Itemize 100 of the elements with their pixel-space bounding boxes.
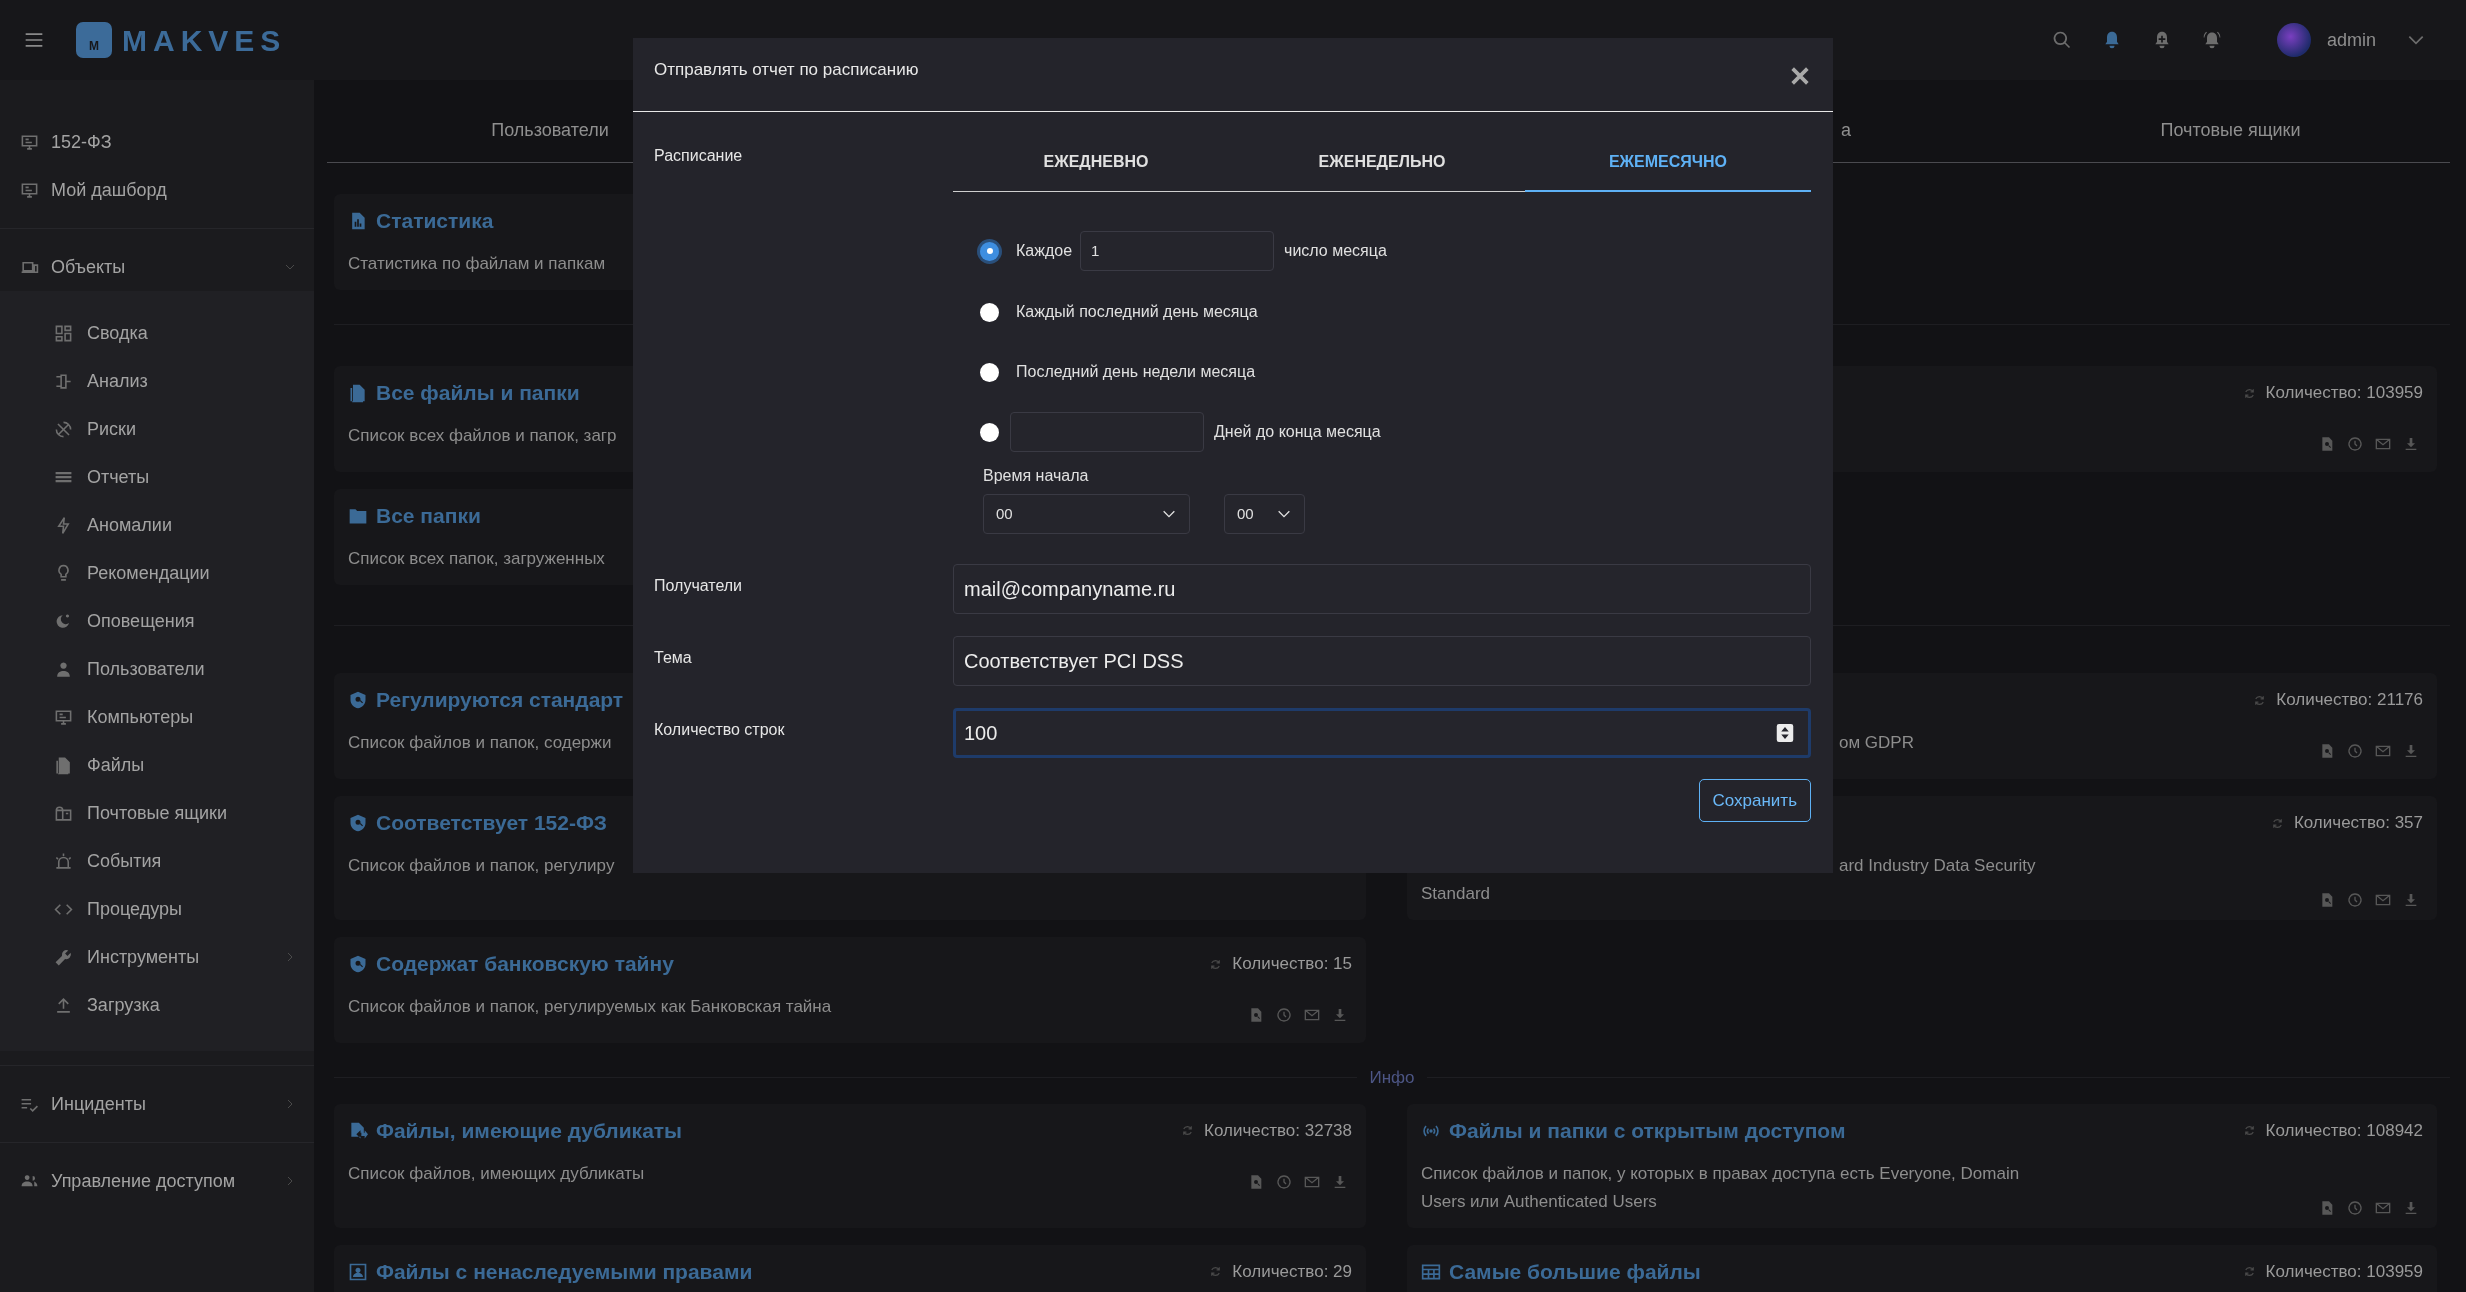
radio-button[interactable] (980, 362, 999, 382)
report-card[interactable]: Содержат банковскую тайну Количество: 15 Список файлов и папок, регулируемых как Банковская тайна (334, 937, 1366, 1043)
refresh-icon[interactable] (2253, 693, 2267, 707)
download-icon[interactable] (2403, 743, 2419, 759)
sidebar-item[interactable]: 152-ФЗ (0, 118, 314, 166)
mailbox-icon (54, 803, 73, 823)
refresh-icon[interactable] (2242, 1124, 2256, 1137)
document-search-icon[interactable] (2319, 892, 2335, 908)
sidebar-item[interactable]: Мой дашборд (0, 166, 314, 214)
sidebar-item[interactable]: Загрузка (0, 981, 314, 1029)
document-search-icon[interactable] (1248, 1173, 1264, 1190)
refresh-icon[interactable] (2242, 1265, 2256, 1278)
radio-button[interactable] (980, 302, 999, 322)
mail-icon[interactable] (1304, 1007, 1320, 1023)
tab[interactable]: Пользователи (491, 117, 609, 144)
user-name[interactable]: admin (2326, 26, 2376, 54)
document-search-icon[interactable] (1248, 1007, 1264, 1023)
item-count: Количество: 29 (1232, 1260, 1352, 1283)
refresh-icon[interactable] (2270, 816, 2284, 830)
sidebar-item[interactable]: Отчеты (0, 453, 314, 501)
sidebar-item[interactable]: Рекомендации (0, 549, 314, 597)
field-label: Расписание (654, 146, 744, 166)
clock-icon[interactable] (1276, 1173, 1292, 1190)
folder-icon (348, 506, 368, 526)
card-description: Статистика по файлам и папкам (348, 253, 606, 275)
dialog-title: Отправлять отчет по расписанию (654, 58, 919, 81)
report-card[interactable]: Самые большие файлы Количество: 103959 (1407, 1244, 2437, 1292)
sidebar-item[interactable]: Почтовые ящики (0, 789, 314, 837)
document-search-icon[interactable] (2319, 1199, 2335, 1216)
sidebar-item[interactable]: Процедуры (0, 885, 314, 933)
monitor-icon (20, 132, 39, 152)
sidebar-item[interactable]: Оповещения (0, 597, 314, 645)
field-label: Время начала (982, 466, 1090, 486)
sidebar-item[interactable]: Риски (0, 405, 314, 453)
refresh-icon[interactable] (1209, 1265, 1223, 1278)
sidebar-item[interactable]: Файлы (0, 741, 314, 789)
shield-icon (348, 690, 368, 710)
mail-icon[interactable] (2375, 436, 2391, 452)
clock-icon[interactable] (2347, 892, 2363, 908)
grid-icon (54, 323, 73, 343)
option-label: Каждый последний день месяца (1016, 302, 1258, 322)
clock-icon[interactable] (2347, 436, 2363, 452)
card-description: Standard (1421, 883, 1490, 905)
mail-icon[interactable] (2375, 743, 2391, 759)
spinner-icon[interactable] (1776, 722, 1794, 744)
number-field[interactable]: 100 (953, 708, 1811, 758)
document-icon (348, 383, 368, 403)
download-icon[interactable] (1332, 1007, 1348, 1023)
clock-icon[interactable] (1276, 1007, 1292, 1023)
sidebar-group[interactable]: Инциденты (0, 1080, 314, 1128)
item-count: Количество: 357 (2293, 812, 2423, 835)
sidebar-item[interactable]: Анализ (0, 357, 314, 405)
avatar[interactable] (2276, 23, 2311, 57)
day-input[interactable] (1010, 412, 1204, 452)
sidebar-item[interactable]: Пользователи (0, 645, 314, 693)
search-icon[interactable] (2051, 30, 2072, 50)
document-search-icon[interactable] (2319, 743, 2335, 759)
refresh-icon[interactable] (1181, 1124, 1194, 1137)
monitor-icon (20, 180, 39, 200)
tab[interactable]: ЕЖЕНЕДЕЛЬНО (1239, 134, 1525, 192)
refresh-icon[interactable] (2242, 386, 2256, 400)
card-description: Список файлов и папок, регулируемых как Банковская тайна (348, 996, 832, 1018)
ringing-bell-icon[interactable] (2201, 30, 2222, 50)
sidebar-item[interactable]: Аномалии (0, 501, 314, 549)
mail-icon[interactable] (2375, 892, 2391, 908)
sidebar-item[interactable]: События (0, 837, 314, 885)
input-field[interactable]: Соответствует PCI DSS (953, 636, 1811, 686)
sidebar-item[interactable]: Инструменты (0, 933, 314, 981)
report-card[interactable]: Файлы и папки с открытым доступом Количество: 108942 Список файлов и папок, у которых в правах доступа есть Everyone, Domain Users или Authenticated Users (1407, 1103, 2437, 1228)
item-count: Количество: 21176 (2276, 689, 2423, 712)
tab[interactable]: а (1841, 117, 1851, 144)
report-card[interactable]: Файлы, имеющие дубликаты Количество: 32738 Список файлов, имеющих дубликаты (334, 1103, 1366, 1228)
tab[interactable]: ЕЖЕМЕСЯЧНО (1525, 134, 1811, 192)
input-field[interactable]: mail@companyname.ru (953, 564, 1811, 614)
radio-button[interactable] (980, 422, 999, 442)
card-description: Список файлов и папок, регулиру (348, 855, 615, 877)
document-search-icon[interactable] (2319, 436, 2335, 452)
sidebar-group[interactable]: Объекты (0, 243, 314, 291)
save-button[interactable]: Сохранить (1698, 779, 1811, 822)
hour-select[interactable]: 00 (983, 494, 1190, 534)
radio-button[interactable] (980, 241, 999, 261)
day-input[interactable]: 1 (1080, 231, 1275, 271)
clock-icon[interactable] (2347, 1199, 2363, 1216)
monitor-icon (54, 707, 73, 727)
option-label: число месяца (1284, 241, 1387, 261)
sidebar-item[interactable]: Компьютеры (0, 693, 314, 741)
sidebar-group[interactable]: Управление доступом (0, 1157, 314, 1205)
option-label: Последний день недели месяца (1016, 362, 1256, 382)
minute-select[interactable]: 00 (1224, 494, 1305, 534)
tab[interactable]: Почтовые ящики (2160, 117, 2301, 144)
download-icon[interactable] (2403, 1199, 2419, 1216)
sidebar-item[interactable]: Сводка (0, 309, 314, 357)
refresh-icon[interactable] (1209, 957, 1223, 971)
download-icon[interactable] (1332, 1173, 1348, 1190)
download-icon[interactable] (2403, 892, 2419, 908)
download-icon[interactable] (2403, 436, 2419, 452)
clock-icon[interactable] (2347, 743, 2363, 759)
report-card[interactable]: Файлы с ненаследуемыми правами Количество: 29 (334, 1244, 1366, 1292)
item-count: Количество: 15 (1232, 953, 1352, 976)
tab[interactable]: ЕЖЕДНЕВНО (953, 134, 1239, 192)
